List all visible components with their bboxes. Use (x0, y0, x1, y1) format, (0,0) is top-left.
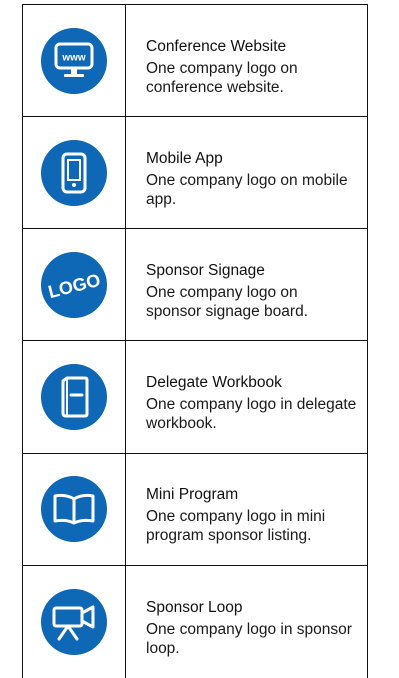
table-row: LOGO Sponsor Signage One company logo on… (23, 229, 367, 342)
text-cell: Sponsor Signage One company logo on spon… (126, 229, 367, 340)
item-title: Mini Program (146, 486, 239, 504)
text-cell: Sponsor Loop One company logo in sponsor… (126, 566, 367, 678)
item-description: One company logo on conference website. (146, 59, 298, 96)
workbook-icon (41, 364, 107, 431)
item-description: One company logo in delegate workbook. (146, 396, 357, 433)
item-title: Delegate Workbook (146, 374, 282, 392)
open-book-icon (41, 476, 107, 543)
table-row: Delegate Workbook One company logo in de… (23, 341, 367, 454)
logo-badge-icon: LOGO (41, 251, 107, 318)
table-row: Mobile App One company logo on mobile ap… (23, 117, 367, 230)
text-cell: Delegate Workbook One company logo in de… (126, 341, 367, 452)
icon-cell (23, 117, 126, 229)
sponsorship-benefits-table: www Conference Website One company logo … (22, 4, 368, 678)
icon-cell (23, 341, 126, 453)
text-cell: Mobile App One company logo on mobile ap… (126, 117, 367, 228)
table-row: www Conference Website One company logo … (23, 5, 367, 118)
icon-cell: www (23, 5, 126, 117)
icon-cell (23, 453, 126, 565)
table-row: Sponsor Loop One company logo in sponsor… (23, 565, 367, 678)
text-cell: Mini Program One company logo in mini pr… (126, 454, 367, 565)
text-cell: Conference Website One company logo on c… (126, 5, 367, 116)
item-description: One company logo on mobile app. (146, 171, 348, 208)
item-title: Sponsor Loop (146, 598, 243, 616)
item-title: Mobile App (146, 149, 223, 167)
table-row: Mini Program One company logo in mini pr… (23, 453, 367, 566)
website-icon: www (41, 27, 107, 94)
item-description: One company logo on sponsor signage boar… (146, 283, 309, 320)
mobile-phone-icon (41, 139, 107, 206)
item-title: Sponsor Signage (146, 261, 265, 279)
icon-cell: LOGO (23, 229, 126, 341)
website-icon-text: www (61, 52, 86, 63)
icon-cell (23, 565, 126, 678)
logo-badge-text: LOGO (46, 270, 102, 302)
item-description: One company logo in mini program sponsor… (146, 508, 326, 545)
item-description: One company logo in sponsor loop. (146, 620, 352, 657)
item-title: Conference Website (146, 37, 287, 55)
video-camera-icon (41, 588, 107, 655)
